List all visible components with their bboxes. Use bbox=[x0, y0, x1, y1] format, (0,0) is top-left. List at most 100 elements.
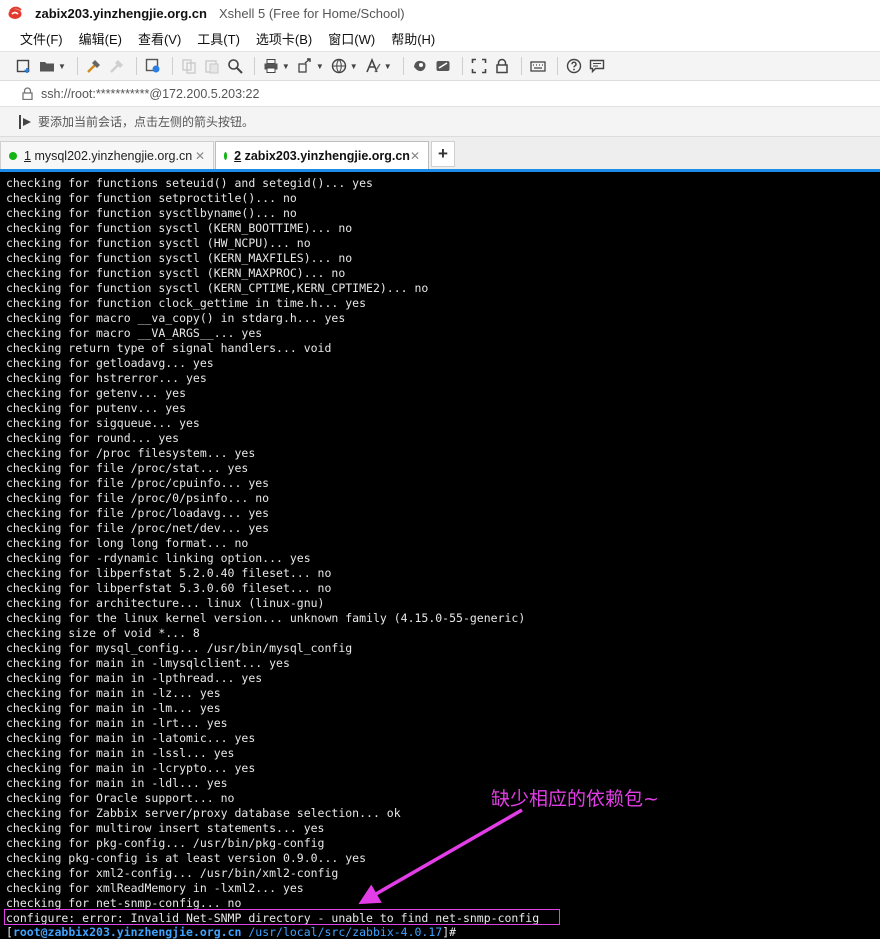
toolbar: ▼ ▼ ▼ ▼ ▼ bbox=[0, 51, 880, 81]
new-session-icon[interactable] bbox=[14, 56, 34, 76]
tab-label: 2 zabix203.yinzhengjie.org.cn bbox=[234, 149, 410, 163]
add-tab-button[interactable]: + bbox=[431, 141, 455, 167]
terminal-output: checking for functions seteuid() and set… bbox=[6, 176, 539, 926]
connected-status-icon bbox=[224, 151, 228, 160]
menu-window[interactable]: 窗口(W) bbox=[320, 29, 383, 48]
terminal-line: checking pkg-config is at least version … bbox=[6, 851, 367, 865]
session-hint-bar: 要添加当前会话，点击左侧的箭头按钮。 bbox=[0, 107, 880, 137]
menu-tools[interactable]: 工具(T) bbox=[189, 29, 248, 48]
transfer-dropdown-icon[interactable]: ▼ bbox=[316, 62, 324, 71]
xagent-icon[interactable] bbox=[433, 56, 453, 76]
terminal-line: checking for file /proc/cpuinfo... yes bbox=[6, 476, 270, 490]
lock-icon[interactable] bbox=[492, 56, 512, 76]
terminal-line: checking for main in -latomic... yes bbox=[6, 731, 256, 745]
error-highlight-box bbox=[4, 909, 560, 925]
terminal-line: checking for sigqueue... yes bbox=[6, 416, 200, 430]
tab-session-1[interactable]: 1 mysql202.yinzhengjie.org.cn ✕ bbox=[0, 141, 214, 169]
terminal-line: checking for the linux kernel version...… bbox=[6, 611, 526, 625]
terminal-line: checking for -rdynamic linking option...… bbox=[6, 551, 311, 565]
add-session-arrow-icon[interactable] bbox=[18, 114, 32, 130]
terminal-line: checking for function sysctl (KERN_CPTIM… bbox=[6, 281, 429, 295]
terminal-line: checking for putenv... yes bbox=[6, 401, 187, 415]
terminal-line: checking for libperfstat 5.3.0.60 filese… bbox=[6, 581, 332, 595]
tab-label: 1 mysql202.yinzhengjie.org.cn bbox=[24, 149, 192, 163]
window-title-app: Xshell 5 (Free for Home/School) bbox=[218, 5, 405, 21]
terminal-line: checking for function setproctitle()... … bbox=[6, 191, 297, 205]
properties-icon[interactable] bbox=[143, 56, 163, 76]
open-folder-icon[interactable] bbox=[37, 56, 57, 76]
terminal-line: checking for main in -lpthread... yes bbox=[6, 671, 263, 685]
print-dropdown-icon[interactable]: ▼ bbox=[282, 62, 290, 71]
prompt-bracket-close: ]# bbox=[442, 925, 457, 939]
close-tab-icon[interactable]: ✕ bbox=[410, 149, 420, 163]
close-tab-icon[interactable]: ✕ bbox=[195, 149, 205, 163]
terminal-line: checking for main in -lz... yes bbox=[6, 686, 221, 700]
font-dropdown-icon[interactable]: ▼ bbox=[384, 62, 392, 71]
toolbar-separator bbox=[461, 57, 463, 75]
prompt-path: /usr/local/src/zabbix-4.0.17 bbox=[241, 925, 443, 939]
reconnect-icon[interactable] bbox=[84, 56, 104, 76]
terminal-line: checking for xml2-config... /usr/bin/xml… bbox=[6, 866, 339, 880]
terminal-line: checking for main in -lmysqlclient... ye… bbox=[6, 656, 290, 670]
terminal-line: checking for function clock_gettime in t… bbox=[6, 296, 367, 310]
disconnect-icon[interactable] bbox=[107, 56, 127, 76]
transfer-icon[interactable] bbox=[295, 56, 315, 76]
menu-edit[interactable]: 编辑(E) bbox=[71, 29, 130, 48]
terminal-line: checking for getenv... yes bbox=[6, 386, 187, 400]
terminal-line: checking for function sysctl (KERN_MAXFI… bbox=[6, 251, 353, 265]
menu-file[interactable]: 文件(F) bbox=[12, 29, 71, 48]
annotation-label: 缺少相应的依赖包~ bbox=[491, 788, 659, 810]
terminal-line: checking for mysql_config... /usr/bin/my… bbox=[6, 641, 353, 655]
prompt-user-host: root@zabbix203.yinzhengjie.org.cn bbox=[12, 925, 242, 939]
lock-icon bbox=[22, 87, 33, 100]
connected-status-icon bbox=[9, 151, 17, 160]
terminal-line: checking for file /proc/stat... yes bbox=[6, 461, 249, 475]
keyboard-icon[interactable] bbox=[528, 56, 548, 76]
terminal-line: checking for Oracle support... no bbox=[6, 791, 235, 805]
terminal-line: checking for file /proc/net/dev... yes bbox=[6, 521, 270, 535]
menu-tabs[interactable]: 选项卡(B) bbox=[248, 29, 320, 48]
terminal-line: checking for architecture... linux (linu… bbox=[6, 596, 325, 610]
tab-number: 2 bbox=[234, 148, 242, 163]
copy-icon[interactable] bbox=[179, 56, 199, 76]
chat-icon[interactable] bbox=[587, 56, 607, 76]
fullscreen-icon[interactable] bbox=[469, 56, 489, 76]
terminal-line: checking for main in -lcrypto... yes bbox=[6, 761, 256, 775]
find-icon[interactable] bbox=[225, 56, 245, 76]
open-dropdown-icon[interactable]: ▼ bbox=[58, 62, 66, 71]
menu-bar: 文件(F) 编辑(E) 查看(V) 工具(T) 选项卡(B) 窗口(W) 帮助(… bbox=[0, 26, 880, 51]
globe-icon[interactable] bbox=[329, 56, 349, 76]
terminal-line: checking for file /proc/0/psinfo... no bbox=[6, 491, 270, 505]
toolbar-separator bbox=[76, 57, 78, 75]
toolbar-separator bbox=[253, 57, 255, 75]
terminal-line: checking for long long format... no bbox=[6, 536, 249, 550]
window-title-host: zabix203.yinzhengjie.org.cn bbox=[35, 5, 207, 21]
globe-dropdown-icon[interactable]: ▼ bbox=[350, 62, 358, 71]
menu-help[interactable]: 帮助(H) bbox=[383, 29, 443, 48]
terminal-line: checking for function sysctlbyname()... … bbox=[6, 206, 297, 220]
xftp-icon[interactable] bbox=[410, 56, 430, 76]
terminal-line: checking for functions seteuid() and set… bbox=[6, 176, 373, 190]
menu-view[interactable]: 查看(V) bbox=[130, 29, 189, 48]
terminal-line: checking for macro __VA_ARGS__... yes bbox=[6, 326, 263, 340]
terminal-line: checking for hstrerror... yes bbox=[6, 371, 207, 385]
tab-session-2[interactable]: 2 zabix203.yinzhengjie.org.cn ✕ bbox=[215, 141, 429, 169]
terminal-line: checking for multirow insert statements.… bbox=[6, 821, 325, 835]
tab-title: mysql202.yinzhengjie.org.cn bbox=[34, 148, 193, 163]
terminal-line: checking for function sysctl (KERN_BOOTT… bbox=[6, 221, 353, 235]
toolbar-separator bbox=[135, 57, 137, 75]
session-address[interactable]: ssh://root:***********@172.200.5.203:22 bbox=[41, 87, 259, 101]
font-icon[interactable] bbox=[363, 56, 383, 76]
prompt-bracket-open: [ bbox=[6, 925, 13, 939]
toolbar-separator bbox=[402, 57, 404, 75]
terminal-line: checking for main in -lm... yes bbox=[6, 701, 221, 715]
terminal-line: checking for pkg-config... /usr/bin/pkg-… bbox=[6, 836, 325, 850]
terminal-line: checking size of void *... 8 bbox=[6, 626, 200, 640]
paste-icon[interactable] bbox=[202, 56, 222, 76]
terminal-pane[interactable]: checking for functions seteuid() and set… bbox=[0, 172, 880, 939]
print-icon[interactable] bbox=[261, 56, 281, 76]
help-icon[interactable] bbox=[564, 56, 584, 76]
toolbar-separator bbox=[556, 57, 558, 75]
terminal-line: checking for getloadavg... yes bbox=[6, 356, 214, 370]
terminal-line: checking for main in -lrt... yes bbox=[6, 716, 228, 730]
